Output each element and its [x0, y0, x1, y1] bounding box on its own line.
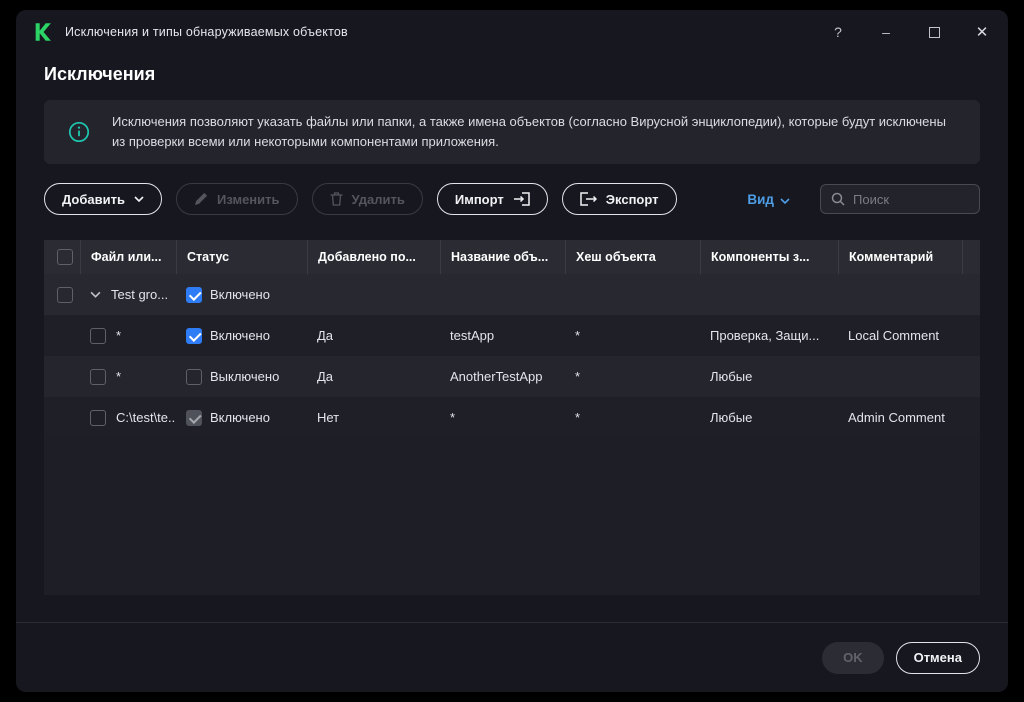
table-row[interactable]: C:\test\te... Включено Нет * * Любые Adm… [44, 397, 980, 439]
select-all-checkbox[interactable] [57, 249, 73, 266]
add-button[interactable]: Добавить [44, 183, 162, 216]
cell-hash: * [575, 369, 581, 385]
cell-file: C:\test\te... [116, 410, 176, 426]
table-row[interactable]: * Включено Да testApp * Проверка, Защи..… [44, 315, 980, 357]
chevron-down-icon[interactable] [90, 291, 101, 299]
cell-hash: * [575, 410, 581, 426]
column-header-object-name[interactable]: Название объ... [440, 240, 565, 275]
status-label: Включено [210, 328, 270, 344]
pencil-icon [194, 192, 208, 206]
cell-file: * [116, 369, 122, 385]
status-label: Включено [210, 410, 270, 426]
row-select-checkbox[interactable] [90, 327, 106, 344]
search-input[interactable] [853, 191, 969, 207]
column-header-added-by[interactable]: Добавлено по... [307, 240, 440, 275]
trash-icon [330, 192, 343, 206]
status-checkbox[interactable] [186, 286, 202, 303]
table-row[interactable]: * Выключено Да AnotherTestApp * Любые [44, 356, 980, 398]
row-select-checkbox[interactable] [90, 368, 106, 385]
edit-button[interactable]: Изменить [175, 183, 298, 216]
import-button[interactable]: Импорт [436, 183, 548, 216]
close-icon[interactable]: ✕ [974, 25, 990, 40]
titlebar: Исключения и типы обнаруживаемых объекто… [16, 10, 1008, 54]
status-label: Включено [210, 287, 270, 303]
cell-comment: Admin Comment [848, 410, 945, 426]
cancel-button[interactable]: Отмена [895, 641, 980, 674]
ok-button[interactable]: OK [822, 641, 884, 674]
maximize-icon[interactable] [926, 26, 942, 38]
kaspersky-logo-icon [32, 21, 54, 43]
table-row-group[interactable]: Test gro... Включено [44, 274, 980, 316]
cell-file: * [116, 328, 122, 344]
export-button[interactable]: Экспорт [561, 183, 677, 216]
import-icon [513, 192, 530, 207]
search-icon [831, 192, 845, 206]
table-empty-area [44, 438, 980, 596]
row-select-checkbox[interactable] [90, 409, 106, 426]
cell-added-by: Да [317, 369, 334, 385]
cell-added-by: Нет [317, 410, 340, 426]
column-header-scrollbar-gutter [962, 240, 980, 275]
status-checkbox[interactable] [186, 409, 202, 426]
app-window: Исключения и типы обнаруживаемых объекто… [16, 10, 1008, 692]
column-header-status[interactable]: Статус [176, 240, 307, 275]
column-header-components[interactable]: Компоненты з... [700, 240, 838, 275]
info-banner: Исключения позволяют указать файлы или п… [44, 100, 980, 165]
cell-object-name: testApp [450, 328, 495, 344]
cell-components: Проверка, Защи... [710, 328, 820, 344]
table-header: Файл или... Статус Добавлено по... Назва… [44, 240, 980, 275]
info-banner-text: Исключения позволяют указать файлы или п… [112, 114, 946, 150]
search-box [820, 184, 980, 215]
row-select-checkbox[interactable] [57, 286, 73, 303]
column-header-hash[interactable]: Хеш объекта [565, 240, 700, 275]
window-title: Исключения и типы обнаруживаемых объекто… [65, 25, 348, 39]
page-title: Исключения [44, 64, 156, 84]
info-icon [68, 121, 90, 143]
cell-added-by: Да [317, 328, 334, 344]
export-icon [580, 192, 597, 207]
status-checkbox[interactable] [186, 327, 202, 344]
cell-components: Любые [710, 369, 753, 385]
delete-button[interactable]: Удалить [311, 183, 423, 216]
exclusions-table: Файл или... Статус Добавлено по... Назва… [44, 240, 980, 596]
chevron-down-icon [134, 196, 144, 203]
cell-object-name: AnotherTestApp [450, 369, 543, 385]
cell-components: Любые [710, 410, 753, 426]
cell-comment [838, 356, 962, 397]
status-label: Выключено [210, 369, 280, 385]
help-icon[interactable]: ? [830, 25, 846, 39]
status-checkbox[interactable] [186, 368, 202, 385]
group-name: Test gro... [111, 287, 169, 303]
cell-hash: * [575, 328, 581, 344]
toolbar: Добавить Изменить Удалить Импорт Экспорт… [44, 182, 980, 216]
column-header-comment[interactable]: Комментарий [838, 240, 962, 275]
cell-comment: Local Comment [848, 328, 940, 344]
cell-object-name: * [450, 410, 456, 426]
chevron-down-icon [780, 192, 790, 207]
view-dropdown[interactable]: Вид [747, 192, 790, 207]
minimize-icon[interactable]: – [878, 25, 894, 39]
dialog-footer: OK Отмена [16, 622, 1008, 692]
column-header-file[interactable]: Файл или... [80, 240, 176, 275]
window-controls: ? – ✕ [830, 25, 990, 40]
